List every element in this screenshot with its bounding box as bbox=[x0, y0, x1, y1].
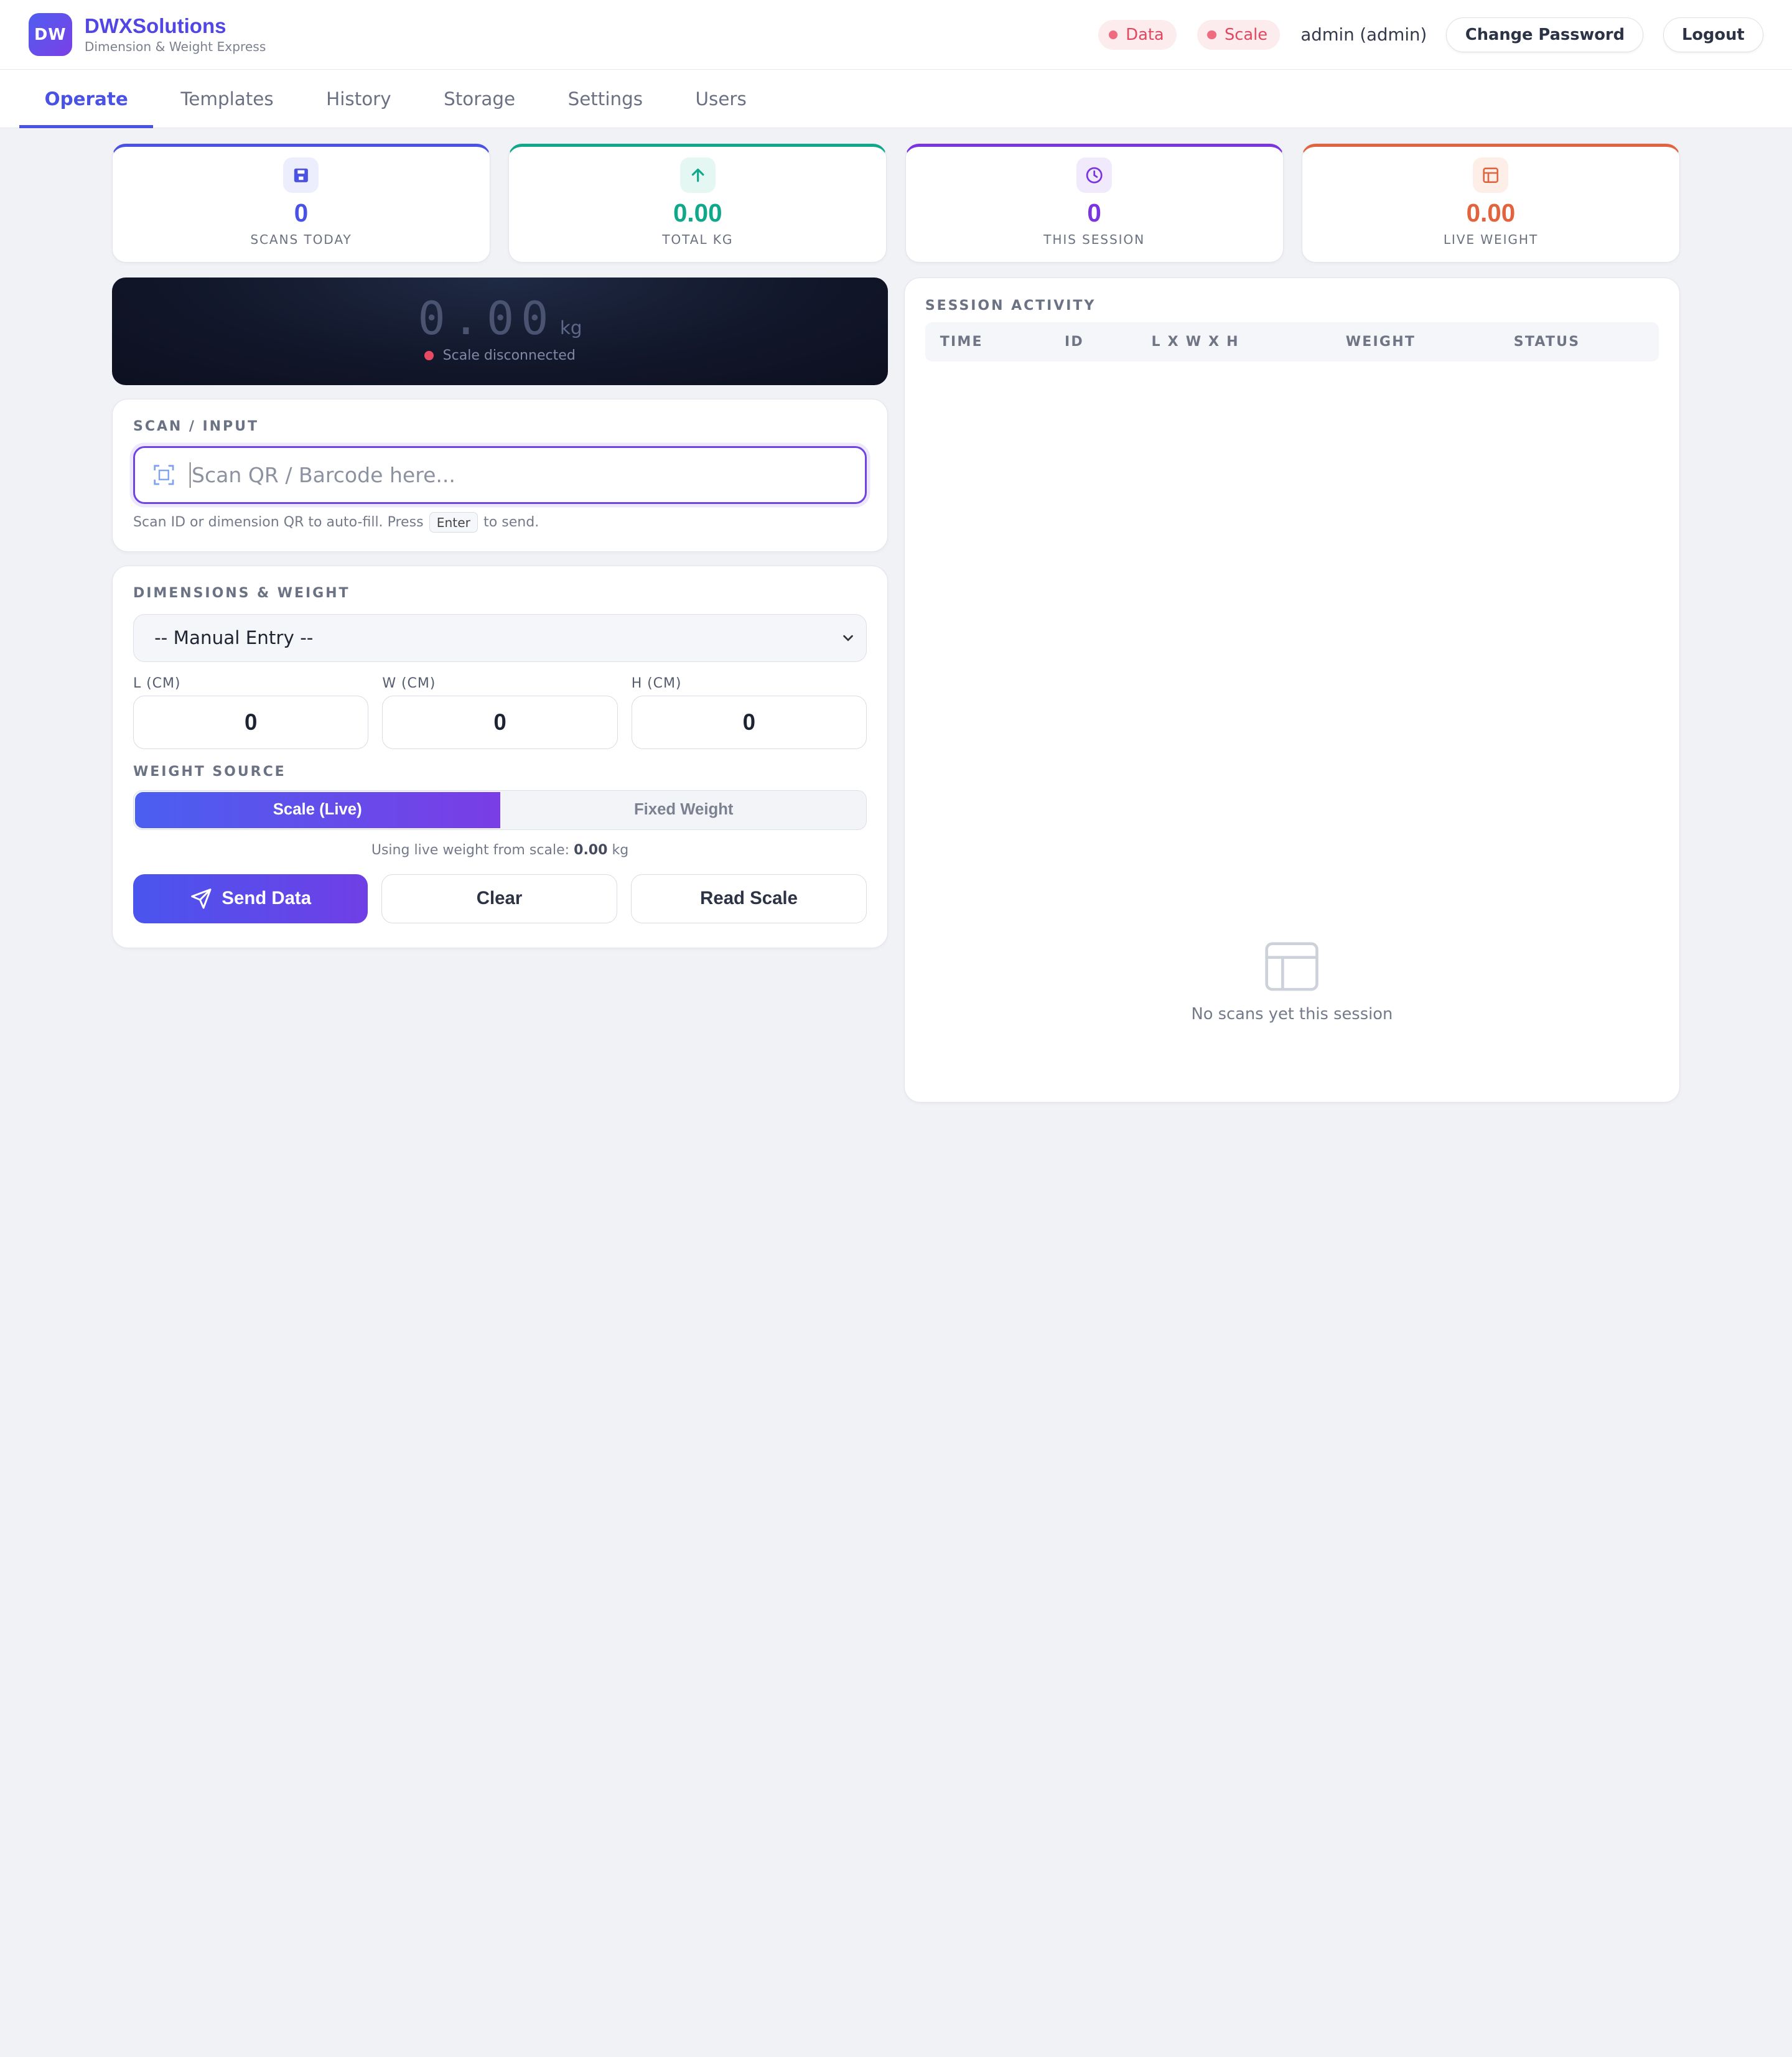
stat-value: 0.00 bbox=[673, 198, 722, 228]
scale-value: 0.00 bbox=[418, 292, 556, 346]
stat-label: TOTAL KG bbox=[662, 232, 734, 248]
column-header-weight: WEIGHT bbox=[1345, 334, 1416, 350]
brand-name: DWXSolutions bbox=[84, 15, 226, 39]
scan-icon bbox=[153, 465, 174, 485]
empty-state: No scans yet this session bbox=[905, 941, 1679, 1024]
weight-source-note: Using live weight from scale: 0.00 kg bbox=[133, 842, 867, 858]
header-actions: Data Scale admin (admin) Change Password… bbox=[1098, 0, 1764, 70]
scale-unit: kg bbox=[559, 317, 582, 339]
scan-input-card: SCAN / INPUT Scan ID or dimension QR to … bbox=[111, 399, 889, 553]
status-dot-icon bbox=[424, 351, 434, 360]
brand-subtitle: Dimension & Weight Express bbox=[84, 39, 266, 54]
stat-card-live-weight: 0.00 LIVE WEIGHT bbox=[1301, 144, 1680, 263]
field-label: H (CM) bbox=[631, 675, 682, 691]
tab-operate[interactable]: Operate bbox=[19, 70, 154, 128]
session-activity-card: SESSION ACTIVITY TIME ID L X W X H WEIGH… bbox=[903, 278, 1680, 1103]
save-icon bbox=[283, 157, 319, 193]
scan-input-wrapper[interactable] bbox=[133, 445, 867, 505]
note-prefix: Using live weight from scale: bbox=[371, 842, 570, 859]
stat-value: 0 bbox=[294, 198, 309, 228]
status-dot-icon bbox=[1207, 30, 1217, 40]
template-select[interactable]: -- Manual Entry -- bbox=[133, 613, 867, 662]
scan-hint-suffix: to send. bbox=[483, 515, 539, 531]
column-header-id: ID bbox=[1064, 334, 1084, 350]
height-field: H (CM) 0 bbox=[631, 675, 867, 750]
stat-card-scans-today: 0 SCANS TODAY bbox=[111, 144, 490, 263]
note-unit: kg bbox=[612, 842, 629, 859]
empty-table-icon bbox=[1265, 941, 1319, 991]
send-icon bbox=[191, 889, 212, 909]
section-label: SCAN / INPUT bbox=[133, 419, 259, 435]
tab-storage[interactable]: Storage bbox=[419, 70, 541, 128]
stat-label: THIS SESSION bbox=[1043, 232, 1146, 248]
stat-card-this-session: 0 THIS SESSION bbox=[905, 144, 1284, 263]
clock-icon bbox=[1076, 157, 1113, 193]
field-label: W (CM) bbox=[382, 675, 436, 691]
tab-history[interactable]: History bbox=[301, 70, 416, 128]
scan-hint: Scan ID or dimension QR to auto-fill. Pr… bbox=[133, 512, 867, 533]
action-buttons: Send Data Clear Read Scale bbox=[133, 874, 867, 923]
brand-logo: DW bbox=[28, 12, 72, 57]
length-field: L (CM) 0 bbox=[133, 675, 369, 750]
length-input[interactable]: 0 bbox=[133, 696, 369, 750]
section-label: DIMENSIONS & WEIGHT bbox=[133, 585, 350, 602]
width-input[interactable]: 0 bbox=[382, 696, 618, 750]
height-input[interactable]: 0 bbox=[631, 696, 867, 750]
stats-row: 0 SCANS TODAY 0.00 TOTAL KG 0 THIS SESSI… bbox=[111, 144, 1680, 263]
brand: DWXSolutions Dimension & Weight Express bbox=[84, 15, 266, 54]
status-dot-icon bbox=[1108, 30, 1118, 40]
column-header-dimensions: L X W X H bbox=[1151, 334, 1239, 350]
activity-table-header: TIME ID L X W X H WEIGHT STATUS bbox=[925, 322, 1659, 361]
send-data-button[interactable]: Send Data bbox=[133, 874, 368, 923]
dimension-fields: L (CM) 0 W (CM) 0 H (CM) 0 bbox=[133, 676, 867, 750]
scale-status-text: Scale disconnected bbox=[442, 347, 576, 363]
main-tabs: Operate Templates History Storage Settin… bbox=[0, 70, 1792, 128]
scale-status-label: Scale bbox=[1224, 26, 1268, 45]
app-page: DW DWXSolutions Dimension & Weight Expre… bbox=[0, 0, 1792, 1120]
send-data-label: Send Data bbox=[222, 888, 312, 909]
tab-templates[interactable]: Templates bbox=[156, 70, 299, 128]
weight-source-fixed[interactable]: Fixed Weight bbox=[501, 791, 866, 829]
section-label: SESSION ACTIVITY bbox=[925, 297, 1096, 314]
template-select-value: -- Manual Entry -- bbox=[154, 627, 314, 649]
stat-card-total-kg: 0.00 TOTAL KG bbox=[508, 144, 887, 263]
data-status-label: Data bbox=[1126, 26, 1164, 45]
scan-input[interactable] bbox=[190, 462, 866, 488]
weight-source-scale-live[interactable]: Scale (Live) bbox=[134, 791, 500, 829]
empty-state-text: No scans yet this session bbox=[1191, 1005, 1393, 1024]
stat-label: SCANS TODAY bbox=[250, 232, 352, 248]
scale-status-badge: Scale bbox=[1197, 20, 1281, 50]
stat-label: LIVE WEIGHT bbox=[1443, 232, 1539, 248]
clear-button[interactable]: Clear bbox=[381, 874, 618, 923]
field-label: L (CM) bbox=[133, 675, 181, 691]
scale-display: 0.00 kg Scale disconnected bbox=[111, 278, 889, 385]
stat-value: 0 bbox=[1087, 198, 1101, 228]
note-value: 0.00 bbox=[574, 842, 608, 859]
scale-connection-status: Scale disconnected bbox=[424, 348, 576, 363]
weight-source-label: WEIGHT SOURCE bbox=[133, 764, 286, 780]
logout-button[interactable]: Logout bbox=[1663, 17, 1764, 53]
dimensions-card: DIMENSIONS & WEIGHT -- Manual Entry -- L… bbox=[111, 566, 889, 949]
tab-settings[interactable]: Settings bbox=[543, 70, 668, 128]
column-header-status: STATUS bbox=[1513, 334, 1580, 350]
tab-users[interactable]: Users bbox=[670, 70, 772, 128]
column-header-time: TIME bbox=[940, 334, 983, 350]
data-status-badge: Data bbox=[1098, 20, 1177, 50]
read-scale-button[interactable]: Read Scale bbox=[631, 874, 867, 923]
scale-reading: 0.00 kg bbox=[418, 292, 582, 345]
scan-hint-text: Scan ID or dimension QR to auto-fill. Pr… bbox=[133, 515, 424, 531]
enter-key-hint: Enter bbox=[429, 512, 478, 533]
chevron-down-icon bbox=[842, 635, 853, 641]
weight-source-toggle: Scale (Live) Fixed Weight bbox=[133, 790, 867, 831]
top-header: DW DWXSolutions Dimension & Weight Expre… bbox=[0, 0, 1792, 70]
current-user: admin (admin) bbox=[1300, 25, 1427, 45]
arrow-up-icon bbox=[679, 157, 716, 193]
stat-value: 0.00 bbox=[1466, 198, 1516, 228]
layout-icon bbox=[1473, 157, 1509, 193]
change-password-button[interactable]: Change Password bbox=[1446, 17, 1644, 53]
width-field: W (CM) 0 bbox=[382, 675, 618, 750]
